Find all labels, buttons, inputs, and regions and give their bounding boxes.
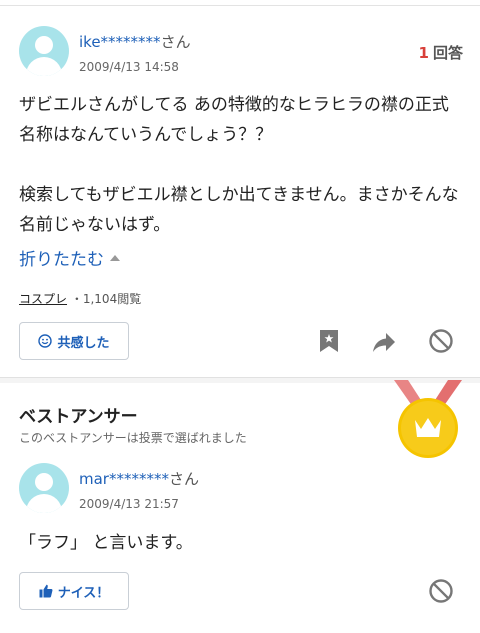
avatar[interactable] (19, 463, 69, 513)
nice-button[interactable]: ナイス！ (19, 572, 129, 610)
best-answer-subtitle: このベストアンサーは投票で選ばれました (19, 431, 247, 445)
block-icon[interactable] (428, 328, 454, 354)
smile-icon (38, 334, 53, 348)
view-count: ・1,104閲覧 (70, 292, 142, 306)
answer-count[interactable]: 1 回答 (419, 42, 463, 63)
bookmark-icon[interactable] (316, 328, 342, 354)
answer-date: 2009/4/13 21:57 (79, 497, 179, 511)
crown-medal-icon (386, 380, 470, 460)
question-meta: コスプレ ・1,104閲覧 (19, 290, 141, 307)
thumbs-up-icon (39, 584, 53, 598)
answer-body: 「ラフ」 と言います。 (19, 533, 193, 553)
best-answer-title: ベストアンサー (19, 407, 138, 427)
question-body: ザビエルさんがしてる あの特徴的なヒラヒラの襟の正式名称はなんていうんでしょう？… (19, 95, 459, 235)
caret-up-icon (110, 254, 120, 261)
avatar[interactable] (19, 26, 69, 76)
empathy-button[interactable]: 共感した (19, 322, 129, 360)
block-icon[interactable] (428, 578, 454, 604)
share-icon[interactable] (371, 329, 397, 355)
question-date: 2009/4/13 14:58 (79, 60, 179, 74)
collapse-link[interactable]: 折りたたむ (19, 245, 120, 270)
top-divider (0, 0, 480, 6)
answer-user-name[interactable]: mar********さん (79, 468, 199, 489)
category-link[interactable]: コスプレ (19, 292, 67, 306)
question-user-name[interactable]: ike********さん (79, 31, 191, 52)
